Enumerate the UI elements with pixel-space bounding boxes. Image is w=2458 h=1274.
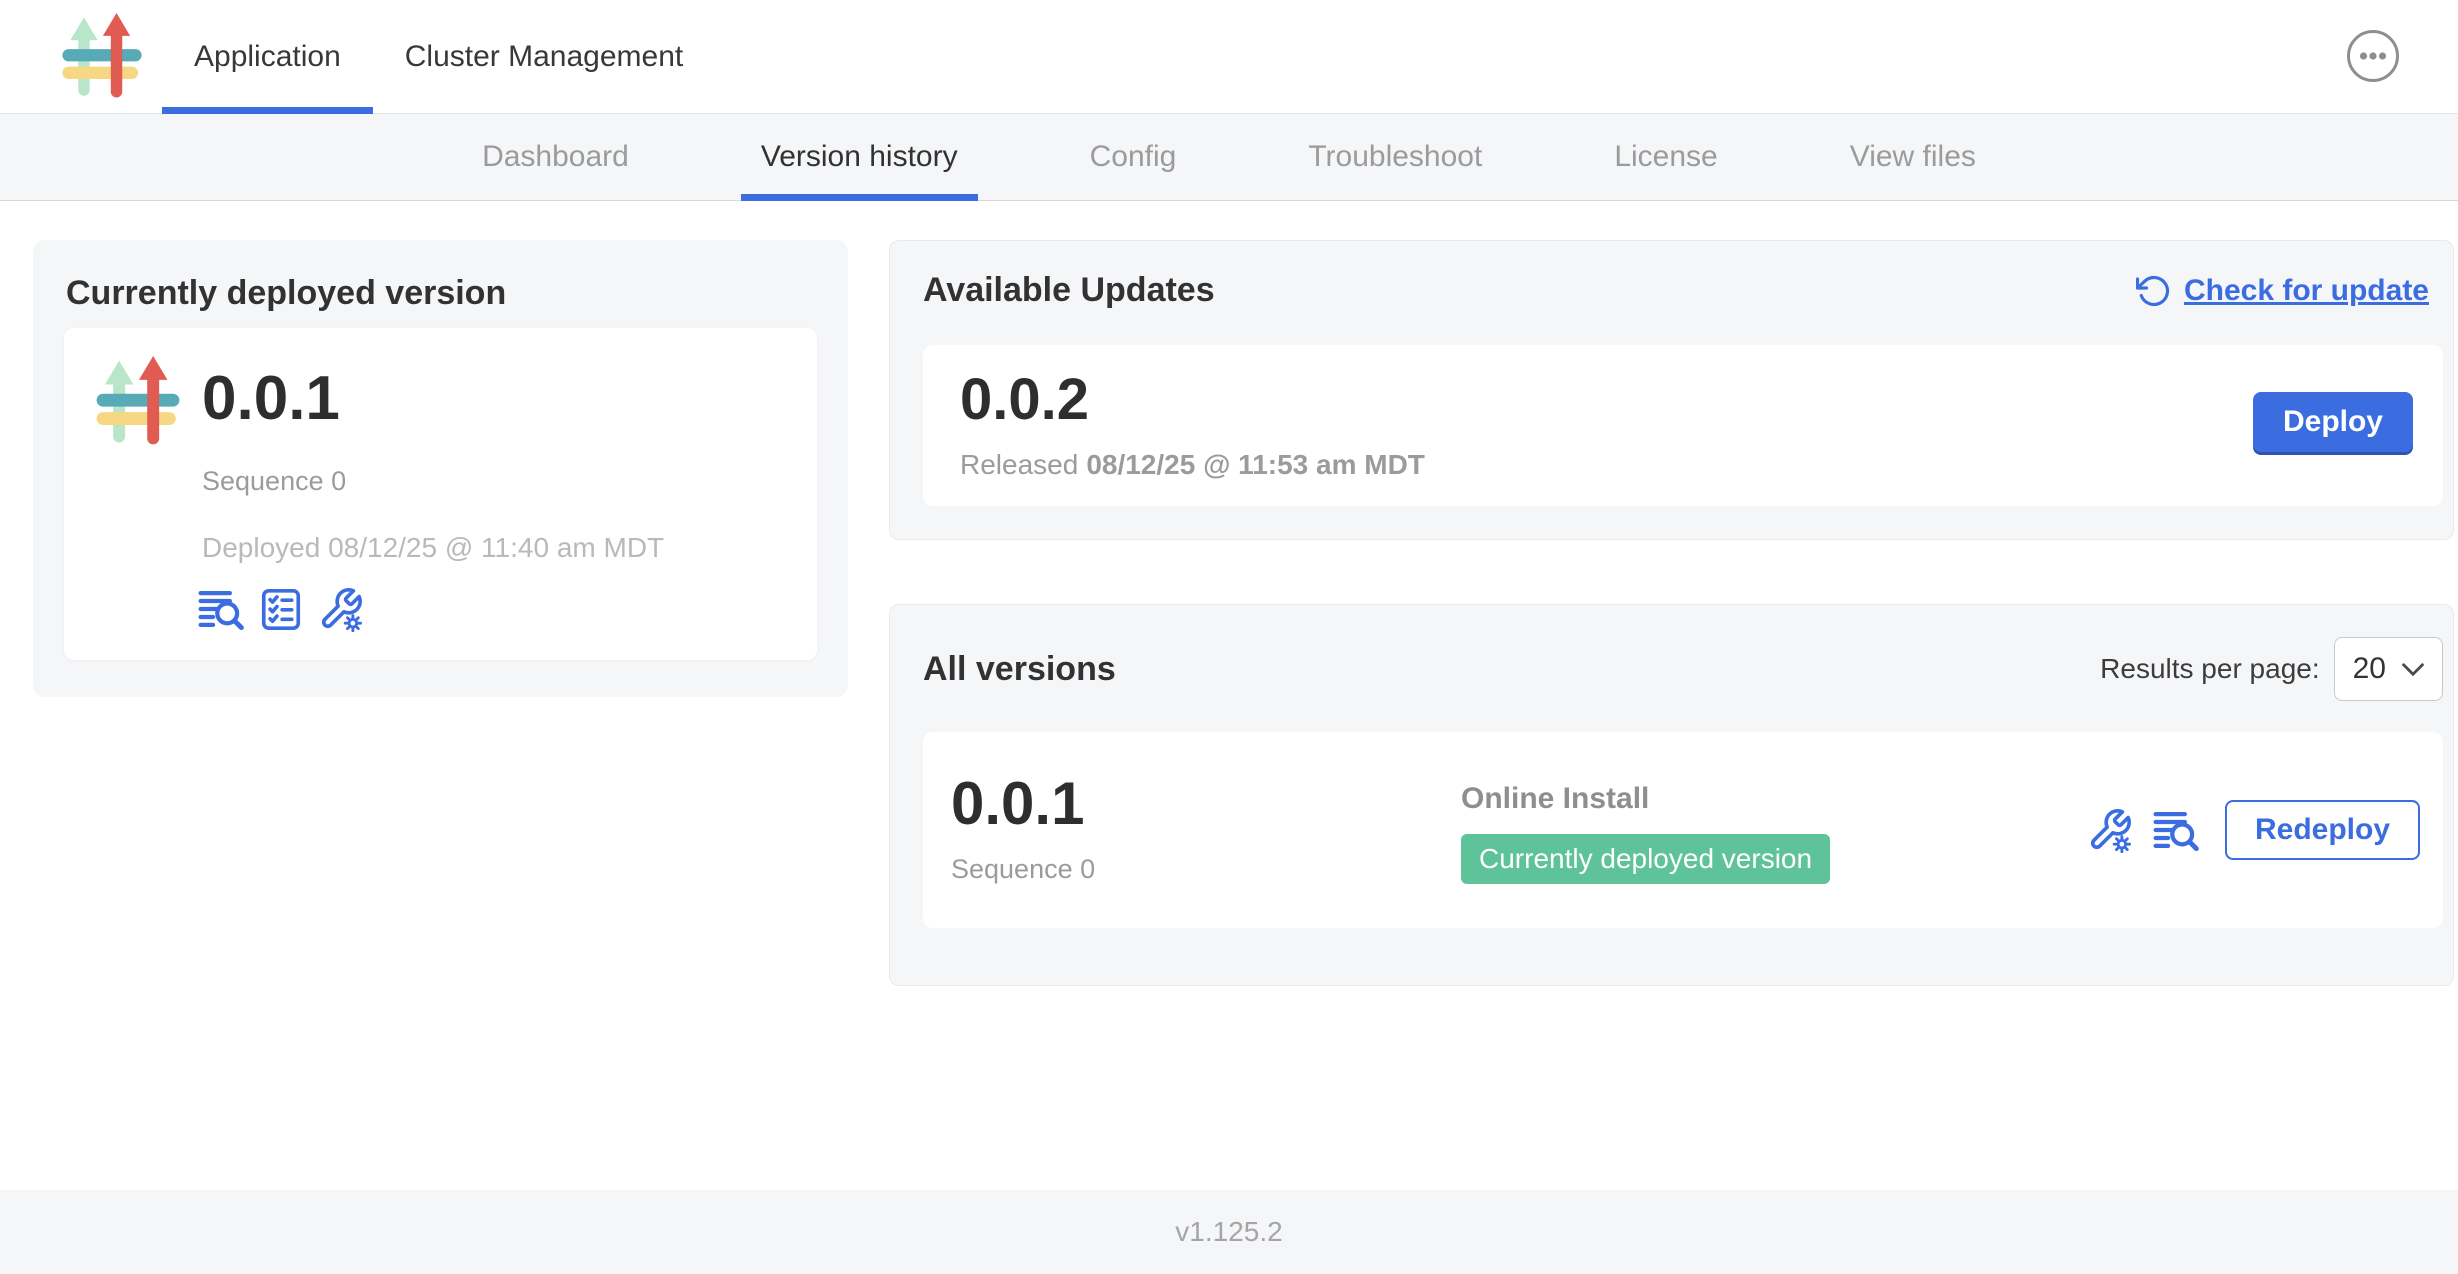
app-sub-nav: Dashboard Version history Config Trouble… — [0, 114, 2458, 201]
tab-application[interactable]: Application — [162, 0, 373, 113]
subnav-item-version-history[interactable]: Version history — [741, 114, 978, 200]
console-version: v1.125.2 — [1175, 1216, 1282, 1248]
deployed-sequence: Sequence 0 — [202, 466, 346, 497]
row-version-number: 0.0.1 — [951, 774, 1084, 834]
subnav-label: View files — [1850, 140, 1976, 174]
subnav-item-license[interactable]: License — [1594, 114, 1737, 200]
check-for-update-link[interactable]: Check for update — [2136, 273, 2429, 309]
deployed-timestamp: Deployed 08/12/25 @ 11:40 am MDT — [202, 532, 664, 564]
available-updates-title: Available Updates — [923, 271, 1215, 310]
row-sequence: Sequence 0 — [951, 854, 1095, 885]
config-icon — [318, 586, 364, 632]
available-update-card: 0.0.2 Released 08/12/25 @ 11:53 am MDT De… — [923, 345, 2443, 506]
preflight-checks-icon — [258, 586, 304, 632]
deploy-button[interactable]: Deploy — [2253, 392, 2413, 452]
deployed-version-card: 0.0.1 Sequence 0 Deployed 08/12/25 @ 11:… — [64, 328, 817, 660]
row-install-type: Online Install — [1461, 782, 1830, 816]
results-per-page: Results per page: 20 — [2100, 637, 2443, 701]
results-per-page-label: Results per page: — [2100, 653, 2319, 685]
overflow-menu-button[interactable] — [2346, 29, 2400, 83]
available-updates-header: Available Updates Check for update — [890, 241, 2453, 310]
subnav-item-dashboard[interactable]: Dashboard — [462, 114, 649, 200]
update-version-number: 0.0.2 — [960, 371, 1089, 429]
all-versions-title: All versions — [923, 650, 1116, 689]
tab-cluster-management[interactable]: Cluster Management — [373, 0, 715, 113]
available-updates-panel: Available Updates Check for update 0.0.2… — [889, 240, 2454, 540]
subnav-label: Dashboard — [482, 140, 629, 174]
config-button[interactable] — [318, 586, 364, 632]
subnav-item-config[interactable]: Config — [1070, 114, 1197, 200]
version-row: 0.0.1 Sequence 0 Online Install Currentl… — [923, 732, 2443, 928]
all-versions-header: All versions Results per page: 20 — [890, 605, 2453, 701]
release-logs-button[interactable] — [2153, 807, 2199, 853]
subnav-label: License — [1614, 140, 1717, 174]
currently-deployed-badge: Currently deployed version — [1461, 834, 1830, 884]
check-for-update-label: Check for update — [2184, 274, 2429, 308]
chevron-down-icon — [2402, 663, 2424, 676]
release-logs-icon — [198, 586, 244, 632]
currently-deployed-title: Currently deployed version — [66, 274, 506, 313]
currently-deployed-panel: Currently deployed version 0.0.1 Sequenc… — [33, 240, 848, 697]
app-logo-icon — [92, 356, 184, 448]
row-status-block: Online Install Currently deployed versio… — [1461, 782, 1830, 884]
results-per-page-select[interactable]: 20 — [2334, 637, 2443, 701]
tab-application-label: Application — [194, 40, 341, 74]
subnav-label: Version history — [761, 140, 958, 174]
release-logs-button[interactable] — [198, 586, 244, 632]
deployed-version-number: 0.0.1 — [202, 368, 340, 430]
released-timestamp: 08/12/25 @ 11:53 am MDT — [1086, 449, 1425, 480]
app-logo-icon — [58, 13, 146, 101]
subnav-label: Troubleshoot — [1308, 140, 1482, 174]
footer: v1.125.2 — [0, 1190, 2458, 1274]
page: Application Cluster Management Dashboard… — [0, 0, 2458, 1274]
subnav-label: Config — [1090, 140, 1177, 174]
released-label: Released — [960, 449, 1078, 480]
deployed-version-actions — [198, 586, 364, 632]
active-tab-underline — [162, 107, 373, 114]
ellipsis-menu-icon — [2346, 29, 2400, 83]
row-actions: Redeploy — [2087, 800, 2420, 860]
subnav-item-view-files[interactable]: View files — [1830, 114, 1996, 200]
config-button[interactable] — [2087, 807, 2133, 853]
top-tab-bar: Application Cluster Management — [162, 0, 715, 113]
redeploy-button[interactable]: Redeploy — [2225, 800, 2420, 860]
results-per-page-value: 20 — [2353, 652, 2386, 686]
release-logs-icon — [2153, 807, 2199, 853]
config-icon — [2087, 807, 2133, 853]
active-subnav-underline — [741, 194, 978, 201]
preflight-checks-button[interactable] — [258, 586, 304, 632]
tab-cluster-management-label: Cluster Management — [405, 40, 683, 74]
all-versions-panel: All versions Results per page: 20 0.0.1 … — [889, 604, 2454, 986]
top-nav: Application Cluster Management — [0, 0, 2458, 114]
refresh-icon — [2136, 273, 2172, 309]
update-released-line: Released 08/12/25 @ 11:53 am MDT — [960, 449, 1425, 481]
subnav-item-troubleshoot[interactable]: Troubleshoot — [1288, 114, 1502, 200]
